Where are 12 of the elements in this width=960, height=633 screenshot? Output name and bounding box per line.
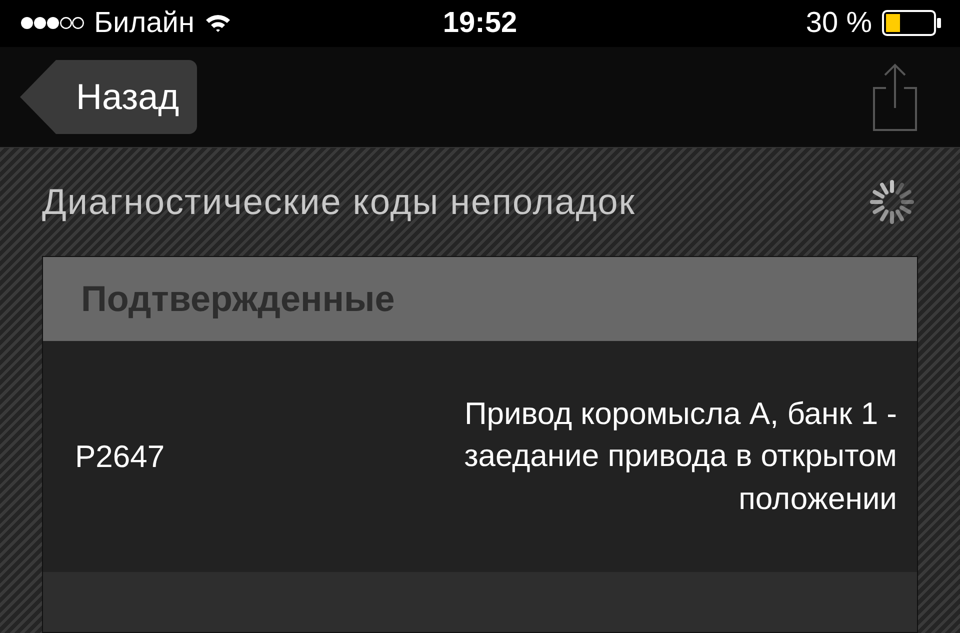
- battery-percentage: 30 %: [806, 6, 872, 40]
- status-time: 19:52: [442, 6, 518, 40]
- page-title: Диагностические коды неполадок: [42, 181, 636, 223]
- section-header: Подтвержденные: [43, 257, 917, 341]
- wifi-icon: [204, 13, 230, 34]
- carrier-name: Билайн: [94, 6, 194, 40]
- back-button[interactable]: Назад: [20, 60, 198, 134]
- fault-code: P2647: [75, 438, 165, 474]
- fault-description: Привод коромысла A, банк 1 - заедание привода в открытом положении: [463, 395, 897, 518]
- battery-icon: [882, 10, 942, 36]
- share-icon[interactable]: [870, 62, 920, 132]
- signal-icon: [20, 16, 84, 30]
